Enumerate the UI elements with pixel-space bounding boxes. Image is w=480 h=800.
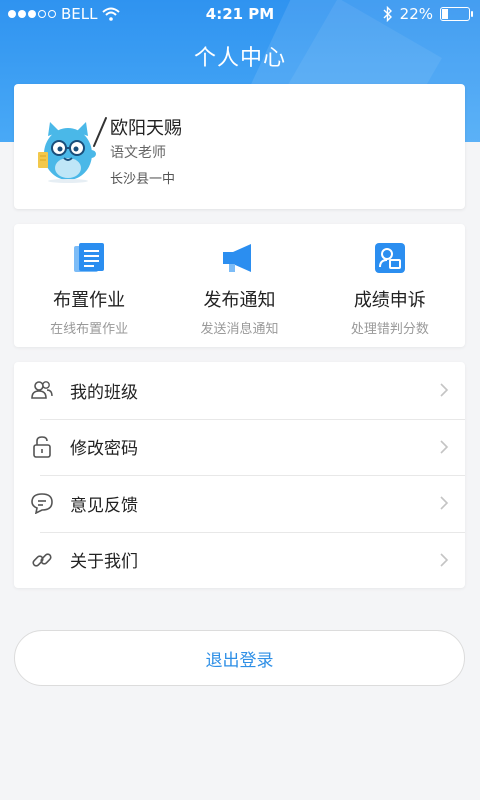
document-icon xyxy=(74,243,105,272)
lock-icon xyxy=(14,435,70,459)
battery-icon xyxy=(440,7,473,21)
action-assign-homework[interactable]: 布置作业 在线布置作业 xyxy=(14,224,164,347)
profile-card[interactable]: 欧阳天赐 语文老师 长沙县一中 xyxy=(14,84,465,209)
chevron-right-icon xyxy=(440,553,449,567)
menu-item-feedback[interactable]: 意见反馈 xyxy=(14,475,465,532)
action-publish-notice[interactable]: 发布通知 发送消息通知 xyxy=(164,224,314,347)
menu-item-my-class[interactable]: 我的班级 xyxy=(14,362,465,419)
appeal-icon xyxy=(374,243,405,273)
chevron-right-icon xyxy=(440,496,449,510)
menu-label: 意见反馈 xyxy=(70,495,138,516)
menu-label: 我的班级 xyxy=(70,382,138,403)
feedback-icon xyxy=(14,492,70,515)
action-subtitle: 在线布置作业 xyxy=(50,322,129,337)
bluetooth-icon xyxy=(383,6,392,22)
megaphone-icon xyxy=(223,244,252,272)
action-title: 布置作业 xyxy=(53,290,126,311)
profile-school: 长沙县一中 xyxy=(110,172,176,187)
profile-role: 语文老师 xyxy=(110,145,166,161)
profile-name: 欧阳天赐 xyxy=(110,118,182,139)
avatar xyxy=(38,117,107,183)
group-icon xyxy=(14,380,70,400)
menu-item-about-us[interactable]: 关于我们 xyxy=(14,531,465,589)
logout-button[interactable]: 退出登录 xyxy=(14,630,465,686)
chevron-right-icon xyxy=(440,440,449,454)
action-title: 成绩申诉 xyxy=(353,290,426,311)
profile-screen: BELL 4:21 PM 22% 个人中心 欧阳天赐 语文老师 长沙县一中 布置… xyxy=(0,0,480,800)
action-subtitle: 处理错判分数 xyxy=(350,322,429,337)
menu-item-change-password[interactable]: 修改密码 xyxy=(14,418,465,476)
action-title: 发布通知 xyxy=(203,290,276,311)
action-grade-appeal[interactable]: 成绩申诉 处理错判分数 xyxy=(315,224,465,347)
menu-label: 修改密码 xyxy=(70,439,138,460)
menu-label: 关于我们 xyxy=(70,552,138,573)
status-bar: BELL 4:21 PM 22% xyxy=(0,0,480,30)
battery-percent: 22% xyxy=(399,5,433,23)
link-icon xyxy=(14,549,70,571)
quick-actions: 布置作业 在线布置作业 发布通知 发送消息通知 成绩申诉 处理错判分数 xyxy=(14,224,465,347)
chevron-right-icon xyxy=(440,383,449,397)
menu-list: 我的班级 修改密码 意见反馈 关于我们 xyxy=(14,362,465,588)
page-title: 个人中心 xyxy=(193,46,286,71)
action-subtitle: 发送消息通知 xyxy=(200,322,279,337)
